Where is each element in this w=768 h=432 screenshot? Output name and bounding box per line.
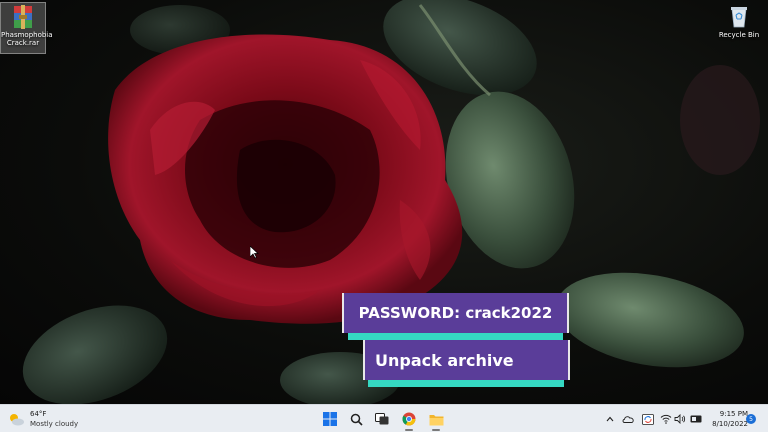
clock-time: 9:15 PM — [719, 410, 748, 418]
partly-cloudy-icon — [10, 414, 24, 426]
unpack-archive-banner: Unpack archive — [363, 340, 570, 380]
network-tray-button[interactable] — [660, 413, 672, 425]
sync-icon — [642, 413, 654, 425]
meet-now-tray-button[interactable] — [690, 413, 702, 425]
weather-widget[interactable]: 64°F Mostly cloudy — [8, 408, 98, 430]
weather-condition: Mostly cloudy — [30, 420, 79, 428]
search-icon — [350, 413, 363, 426]
winrar-archive-icon — [12, 5, 34, 29]
notification-badge[interactable]: 5 — [746, 414, 756, 424]
banner-accent-stripe — [348, 333, 563, 340]
desktop-icon-label: Phasmophobia Crack.rar — [1, 31, 53, 47]
clock-date: 8/10/2022 — [712, 420, 748, 428]
onedrive-icon — [622, 416, 634, 423]
sync-tray-button[interactable] — [642, 413, 654, 425]
taskbar: 64°F Mostly cloudy 9:15 PM 8/10/2022 5 — [0, 404, 768, 432]
file-explorer-taskbar-button[interactable] — [426, 409, 446, 431]
show-hidden-icons-button[interactable] — [604, 413, 616, 425]
task-view-button[interactable] — [372, 409, 392, 429]
meet-now-icon — [690, 415, 702, 423]
start-button[interactable] — [320, 409, 340, 429]
recycle-bin-icon — [729, 4, 749, 28]
task-view-icon — [375, 413, 389, 425]
search-button[interactable] — [346, 409, 366, 429]
mouse-cursor-icon — [250, 246, 259, 259]
desktop-icon-rar[interactable]: Phasmophobia Crack.rar — [0, 2, 53, 54]
taskbar-clock[interactable]: 9:15 PM 8/10/2022 — [706, 409, 748, 429]
desktop-icon-recycle-bin[interactable]: Recycle Bin — [716, 2, 762, 46]
wifi-icon — [660, 414, 672, 424]
password-banner: PASSWORD: crack2022 — [342, 293, 569, 333]
windows-start-icon — [323, 412, 337, 426]
chrome-icon — [402, 412, 416, 426]
weather-temperature: 64°F — [30, 410, 47, 418]
banner-accent-stripe — [368, 380, 564, 387]
onedrive-tray-button[interactable] — [622, 413, 634, 425]
folder-icon — [429, 414, 443, 425]
volume-tray-button[interactable] — [674, 413, 686, 425]
chevron-up-icon — [606, 416, 614, 422]
speaker-icon — [674, 414, 686, 424]
desktop-icon-label: Recycle Bin — [718, 31, 760, 39]
chrome-taskbar-button[interactable] — [399, 409, 419, 431]
